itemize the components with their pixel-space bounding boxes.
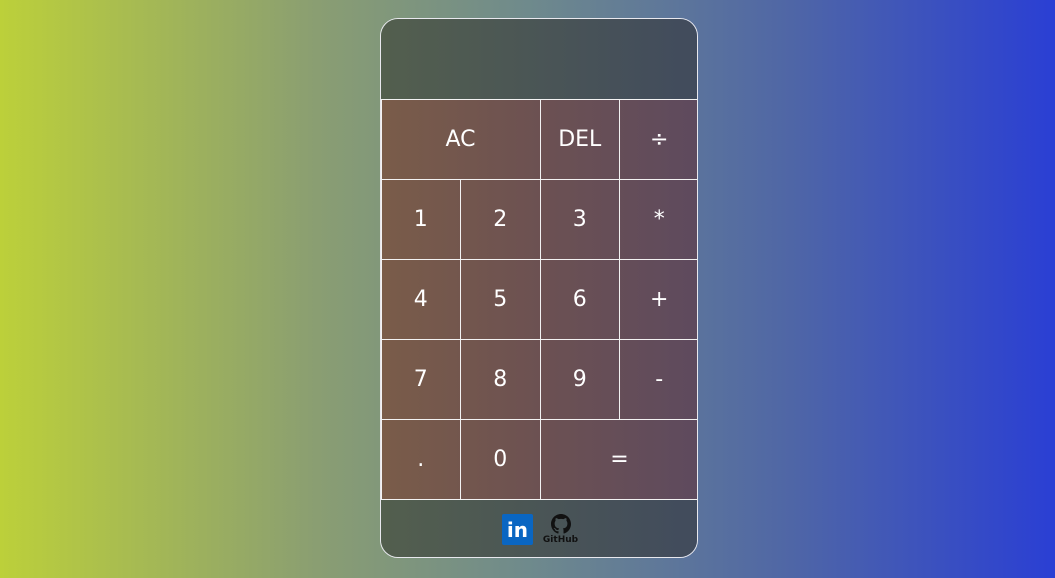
- digit-6-button[interactable]: 6: [539, 258, 620, 340]
- digit-3-button[interactable]: 3: [539, 178, 620, 260]
- github-label: GitHub: [542, 535, 579, 545]
- equals-button[interactable]: =: [539, 418, 697, 500]
- linkedin-icon-text: in: [506, 517, 528, 542]
- digit-7-button[interactable]: 7: [381, 338, 461, 420]
- digit-0-button[interactable]: 0: [460, 418, 541, 500]
- digit-9-button[interactable]: 9: [539, 338, 620, 420]
- digit-4-button[interactable]: 4: [381, 258, 461, 340]
- multiply-button[interactable]: *: [619, 178, 697, 260]
- delete-button[interactable]: DEL: [539, 98, 620, 180]
- calculator: AC DEL ÷ 1 2 3 * 4 5 6 + 7 8 9 - . 0 = i…: [380, 18, 698, 558]
- github-link[interactable]: GitHub: [543, 514, 578, 545]
- digit-8-button[interactable]: 8: [460, 338, 541, 420]
- linkedin-icon[interactable]: in: [501, 514, 533, 545]
- decimal-button[interactable]: .: [381, 418, 461, 500]
- clear-button[interactable]: AC: [381, 98, 541, 180]
- digit-5-button[interactable]: 5: [460, 258, 541, 340]
- calculator-display: [381, 19, 697, 99]
- divide-button[interactable]: ÷: [619, 98, 697, 180]
- add-button[interactable]: +: [619, 258, 697, 340]
- github-icon: [550, 514, 571, 534]
- keypad: AC DEL ÷ 1 2 3 * 4 5 6 + 7 8 9 - . 0 =: [381, 98, 697, 500]
- footer: in GitHub: [381, 499, 697, 557]
- digit-2-button[interactable]: 2: [460, 178, 541, 260]
- subtract-button[interactable]: -: [619, 338, 697, 420]
- digit-1-button[interactable]: 1: [381, 178, 461, 260]
